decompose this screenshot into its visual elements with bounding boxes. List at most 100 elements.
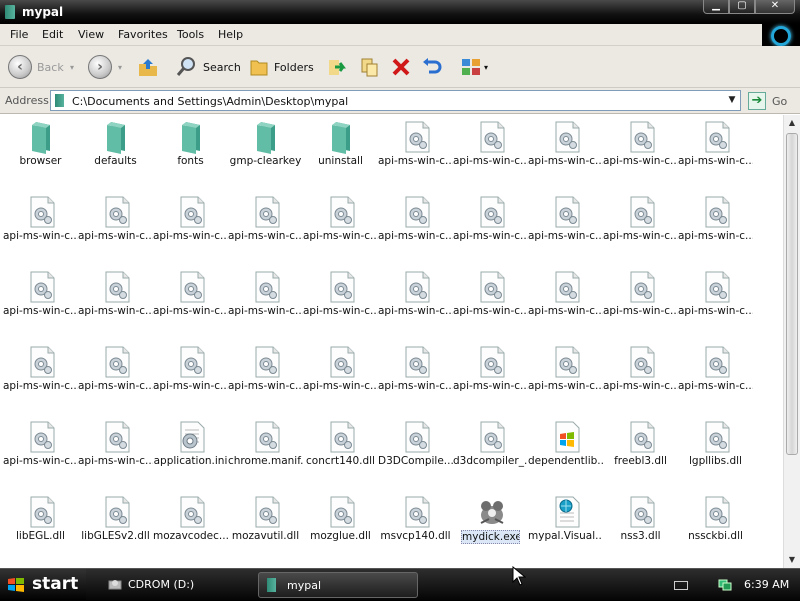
move-to-icon[interactable] <box>326 56 348 78</box>
file-item[interactable]: api-ms-win-c... <box>603 193 678 263</box>
file-item[interactable]: freebl3.dll <box>603 418 678 488</box>
file-item[interactable]: api-ms-win-c... <box>3 418 78 488</box>
file-item[interactable]: nssckbi.dll <box>678 493 753 563</box>
file-item[interactable]: api-ms-win-c... <box>153 343 228 413</box>
file-item[interactable]: api-ms-win-c... <box>528 343 603 413</box>
file-item[interactable]: api-ms-win-c... <box>453 193 528 263</box>
file-item[interactable]: libGLESv2.dll <box>78 493 153 563</box>
file-item[interactable]: api-ms-win-c... <box>453 118 528 188</box>
scroll-down-icon[interactable]: ▼ <box>784 552 800 568</box>
menu-file[interactable]: File <box>10 28 28 41</box>
file-item[interactable]: lgpllibs.dll <box>678 418 753 488</box>
file-item[interactable]: gmp-clearkey <box>228 118 303 188</box>
minimize-button[interactable]: ▁ <box>703 0 729 14</box>
file-item[interactable]: mozavcodec... <box>153 493 228 563</box>
taskbar-item-mypal[interactable]: mypal <box>258 572 418 598</box>
maximize-button[interactable]: ▢ <box>729 0 755 14</box>
file-item[interactable]: api-ms-win-c... <box>378 118 453 188</box>
file-item[interactable]: api-ms-win-c... <box>528 118 603 188</box>
menu-tools[interactable]: Tools <box>177 28 204 41</box>
file-item[interactable]: api-ms-win-c... <box>603 343 678 413</box>
file-item[interactable]: d3dcompiler_... <box>453 418 528 488</box>
scroll-up-icon[interactable]: ▲ <box>784 115 800 131</box>
forward-arrow-icon[interactable]: › <box>88 55 112 79</box>
file-item[interactable]: msvcp140.dll <box>378 493 453 563</box>
folders-icon[interactable] <box>248 56 270 78</box>
menu-help[interactable]: Help <box>218 28 243 41</box>
file-item[interactable]: mozavutil.dll <box>228 493 303 563</box>
file-item[interactable]: api-ms-win-c... <box>78 343 153 413</box>
file-item[interactable]: api-ms-win-c... <box>3 193 78 263</box>
title-bar[interactable]: mypal ▁ ▢ ✕ <box>0 0 800 24</box>
file-item[interactable]: uninstall <box>303 118 378 188</box>
file-item[interactable]: api-ms-win-c... <box>303 268 378 338</box>
file-item[interactable]: api-ms-win-c... <box>528 268 603 338</box>
menu-view[interactable]: View <box>78 28 104 41</box>
file-item[interactable]: D3DCompile... <box>378 418 453 488</box>
file-item[interactable]: api-ms-win-c... <box>303 193 378 263</box>
go-button-label[interactable]: Go <box>772 95 787 108</box>
search-icon[interactable] <box>176 56 198 78</box>
address-dropdown-icon[interactable]: ▼ <box>724 91 740 110</box>
file-item[interactable]: api-ms-win-c... <box>228 268 303 338</box>
file-item[interactable]: api-ms-win-c... <box>528 193 603 263</box>
file-item[interactable]: mypal.Visual... <box>528 493 603 563</box>
file-item[interactable]: api-ms-win-c... <box>603 268 678 338</box>
go-arrow-icon[interactable]: ➔ <box>748 92 766 110</box>
file-item[interactable]: api-ms-win-c... <box>153 268 228 338</box>
views-icon[interactable] <box>460 56 482 78</box>
up-folder-icon[interactable] <box>137 56 159 78</box>
file-item[interactable]: fonts <box>153 118 228 188</box>
file-item[interactable]: api-ms-win-c... <box>153 193 228 263</box>
file-item[interactable]: api-ms-win-c... <box>453 268 528 338</box>
file-item[interactable]: api-ms-win-c... <box>228 193 303 263</box>
file-item[interactable]: api-ms-win-c... <box>3 268 78 338</box>
copy-to-icon[interactable] <box>359 56 381 78</box>
file-item[interactable]: api-ms-win-c... <box>3 343 78 413</box>
back-button-label[interactable]: Back <box>37 61 64 74</box>
forward-dropdown-icon[interactable]: ▾ <box>118 63 122 72</box>
file-item[interactable]: api-ms-win-c... <box>78 193 153 263</box>
close-button[interactable]: ✕ <box>755 0 795 14</box>
back-arrow-icon[interactable]: ‹ <box>8 55 32 79</box>
file-item[interactable]: mydick.exe <box>453 493 528 563</box>
file-item[interactable]: libEGL.dll <box>3 493 78 563</box>
scroll-thumb[interactable] <box>786 133 798 455</box>
file-item[interactable]: api-ms-win-c... <box>228 343 303 413</box>
network-icon[interactable] <box>718 578 732 592</box>
file-item[interactable]: api-ms-win-c... <box>78 418 153 488</box>
file-item[interactable]: nss3.dll <box>603 493 678 563</box>
file-item[interactable]: api-ms-win-c... <box>303 343 378 413</box>
file-item[interactable]: chrome.manif... <box>228 418 303 488</box>
file-item[interactable]: defaults <box>78 118 153 188</box>
keyboard-icon[interactable] <box>674 581 688 590</box>
file-item[interactable]: api-ms-win-c... <box>453 343 528 413</box>
start-button[interactable]: start <box>0 569 86 601</box>
file-item[interactable]: concrt140.dll <box>303 418 378 488</box>
file-item[interactable]: api-ms-win-c... <box>678 268 753 338</box>
file-item[interactable]: api-ms-win-c... <box>378 268 453 338</box>
file-item[interactable]: dependentlib... <box>528 418 603 488</box>
delete-icon[interactable] <box>390 56 412 78</box>
folders-button-label[interactable]: Folders <box>274 61 314 74</box>
file-item[interactable]: api-ms-win-c... <box>78 268 153 338</box>
file-item[interactable]: api-ms-win-c... <box>678 193 753 263</box>
views-dropdown-icon[interactable]: ▾ <box>484 63 488 72</box>
address-path[interactable]: C:\Documents and Settings\Admin\Desktop\… <box>72 95 348 108</box>
search-button-label[interactable]: Search <box>203 61 241 74</box>
taskbar-item-cdrom[interactable]: CDROM (D:) <box>100 572 250 598</box>
address-input[interactable]: C:\Documents and Settings\Admin\Desktop\… <box>50 90 741 111</box>
menu-favorites[interactable]: Favorites <box>118 28 168 41</box>
file-item[interactable]: api-ms-win-c... <box>378 343 453 413</box>
file-list-view[interactable]: browser defaults fonts gmp-clearkey uninstal… <box>0 115 783 568</box>
file-item[interactable]: api-ms-win-c... <box>603 118 678 188</box>
vertical-scrollbar[interactable]: ▲ ▼ <box>783 115 800 568</box>
file-item[interactable]: browser <box>3 118 78 188</box>
file-item[interactable]: api-ms-win-c... <box>678 118 753 188</box>
undo-icon[interactable] <box>421 56 443 78</box>
back-dropdown-icon[interactable]: ▾ <box>70 63 74 72</box>
file-item[interactable]: application.ini <box>153 418 228 488</box>
file-item[interactable]: api-ms-win-c... <box>378 193 453 263</box>
file-item[interactable]: api-ms-win-c... <box>678 343 753 413</box>
clock[interactable]: 6:39 AM <box>744 578 789 591</box>
